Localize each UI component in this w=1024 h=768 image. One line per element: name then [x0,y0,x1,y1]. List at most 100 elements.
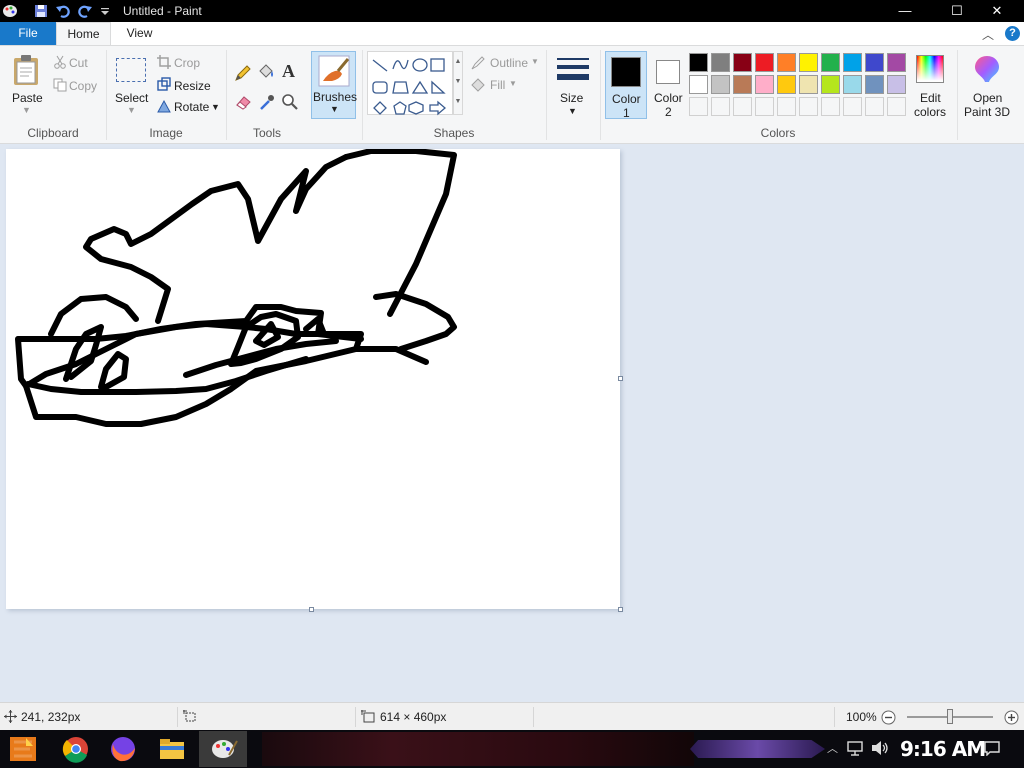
magnifier-icon[interactable] [281,93,299,111]
palette-swatch[interactable] [887,97,906,116]
shapes-gallery[interactable] [367,51,453,116]
chrome-icon[interactable] [54,732,98,766]
redo-icon[interactable] [77,3,93,19]
size-button[interactable]: Size ▼ [551,51,595,119]
fill-dropdown-icon[interactable]: ▼ [509,79,517,88]
scissors-icon [54,55,66,69]
undo-icon[interactable] [55,3,71,19]
palette-swatch[interactable] [799,75,818,94]
palette-swatch[interactable] [733,53,752,72]
palette-swatch[interactable] [821,53,840,72]
paint-app-icon[interactable] [2,3,18,19]
paste-icon[interactable] [12,54,42,86]
palette-swatch[interactable] [755,53,774,72]
fill-bucket-icon[interactable] [257,63,275,81]
tab-view[interactable]: View [112,22,167,45]
palette-swatch[interactable] [777,53,796,72]
resize-handle-corner[interactable] [618,607,623,612]
select-label[interactable]: Select [115,91,148,105]
palette-swatch[interactable] [843,75,862,94]
palette-swatch[interactable] [733,97,752,116]
palette-swatch[interactable] [843,97,862,116]
minimize-button[interactable]: — [882,0,928,22]
open-paint3d-button[interactable]: Open Paint 3D [960,51,1014,119]
save-icon[interactable] [33,3,49,19]
file-explorer-icon[interactable] [150,732,194,766]
color2-button[interactable]: Color 2 [648,51,690,119]
text-tool-icon[interactable]: A [282,61,295,82]
zoom-in-icon[interactable] [1004,710,1019,725]
pencil-icon[interactable] [234,64,252,82]
palette-swatch[interactable] [689,53,708,72]
palette-swatch[interactable] [777,97,796,116]
select-dropdown-icon[interactable]: ▼ [127,105,136,115]
help-button[interactable]: ? [1005,26,1020,41]
edit-colors-button[interactable]: Edit colors [910,51,952,119]
divider [177,707,178,727]
colors-group-label: Colors [760,126,796,140]
palette-swatch[interactable] [865,97,884,116]
tray-overflow-icon[interactable]: ︿ [827,740,838,756]
resize-button[interactable]: Resize [174,79,211,93]
crop-button[interactable]: Crop [174,56,200,70]
collapse-ribbon-icon[interactable]: ︿ [982,26,994,43]
palette-swatch[interactable] [755,97,774,116]
outline-icon [471,56,485,70]
palette-swatch[interactable] [887,53,906,72]
copy-icon [53,78,67,92]
palette-swatch[interactable] [689,75,708,94]
tab-home[interactable]: Home [56,22,111,45]
palette-swatch[interactable] [689,97,708,116]
edit-colors-label-2: colors [914,105,947,119]
color1-button[interactable]: Color 1 [605,51,647,120]
resize-handle-right[interactable] [618,376,623,381]
shapes-scrollbar[interactable]: ▲ ▼ ▼ [453,51,463,115]
notifications-icon[interactable] [983,740,1001,756]
rotate-dropdown-icon[interactable]: ▼ [211,102,220,112]
zoom-slider-thumb[interactable] [947,709,953,724]
palette-swatch[interactable] [821,97,840,116]
palette-swatch[interactable] [799,97,818,116]
tab-file[interactable]: File [0,22,56,45]
drawing-canvas[interactable] [6,148,623,612]
fill-button[interactable]: Fill [490,78,505,92]
network-icon[interactable] [846,740,864,756]
copy-button[interactable]: Copy [69,79,97,93]
firefox-icon[interactable] [101,732,145,766]
color-picker-icon[interactable] [258,93,276,111]
palette-swatch[interactable] [887,75,906,94]
paint-taskbar-icon [212,740,238,758]
palette-swatch[interactable] [865,75,884,94]
system-clock[interactable]: 9:16 AM [900,737,986,761]
eraser-icon[interactable] [234,93,252,111]
brushes-button[interactable]: Brushes ▼ [311,51,357,119]
window-title: Untitled - Paint [123,4,202,18]
palette-swatch[interactable] [865,53,884,72]
palette-swatch[interactable] [821,75,840,94]
volume-icon[interactable] [870,740,890,756]
outline-dropdown-icon[interactable]: ▼ [531,57,539,66]
cut-button[interactable]: Cut [69,56,88,70]
resize-handle-bottom[interactable] [309,607,314,612]
palette-swatch[interactable] [733,75,752,94]
palette-swatch[interactable] [755,75,774,94]
size-dropdown-icon: ▼ [568,106,577,116]
select-icon[interactable] [116,58,146,82]
cursor-position: 241, 232px [21,710,81,724]
palette-swatch[interactable] [711,97,730,116]
palette-swatch[interactable] [711,53,730,72]
zoom-out-icon[interactable] [881,710,896,725]
customize-toolbar-icon[interactable] [97,3,113,19]
palette-swatch[interactable] [777,75,796,94]
palette-swatch[interactable] [799,53,818,72]
palette-swatch[interactable] [843,53,862,72]
rotate-button[interactable]: Rotate [174,100,209,114]
paste-dropdown-icon[interactable]: ▼ [22,105,31,115]
outline-button[interactable]: Outline [490,56,528,70]
start-menu-icon[interactable] [2,732,46,766]
palette-swatch[interactable] [711,75,730,94]
paste-label[interactable]: Paste [12,91,43,105]
paint-taskbar-button[interactable] [199,731,247,767]
close-button[interactable]: ✕ [974,0,1020,22]
size-line-thin [557,58,589,60]
